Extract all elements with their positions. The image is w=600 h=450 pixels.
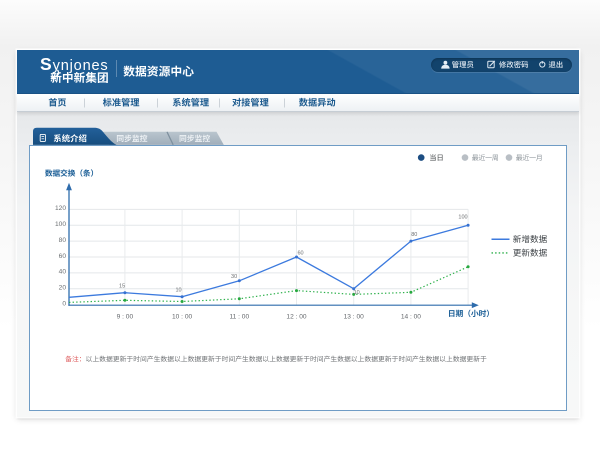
svg-text:80: 80 bbox=[59, 237, 67, 244]
svg-text:10 : 00: 10 : 00 bbox=[172, 313, 192, 320]
svg-text:80: 80 bbox=[411, 232, 417, 238]
svg-text:11 : 00: 11 : 00 bbox=[229, 313, 249, 320]
svg-text:30: 30 bbox=[231, 274, 237, 280]
svg-text:100: 100 bbox=[55, 221, 66, 228]
svg-text:13 : 00: 13 : 00 bbox=[344, 313, 364, 320]
svg-text:15: 15 bbox=[119, 283, 125, 289]
svg-text:12 : 00: 12 : 00 bbox=[286, 313, 306, 320]
svg-text:10: 10 bbox=[175, 288, 181, 294]
svg-text:14 : 00: 14 : 00 bbox=[401, 313, 421, 320]
svg-text:100: 100 bbox=[458, 215, 467, 221]
svg-text:20: 20 bbox=[59, 285, 67, 292]
svg-text:60: 60 bbox=[297, 251, 303, 257]
svg-text:10: 10 bbox=[354, 290, 360, 296]
svg-text:120: 120 bbox=[55, 205, 66, 212]
svg-text:9 : 00: 9 : 00 bbox=[117, 313, 134, 320]
svg-text:40: 40 bbox=[59, 269, 67, 276]
svg-text:60: 60 bbox=[59, 253, 67, 260]
svg-text:S: S bbox=[40, 54, 52, 74]
svg-text:0: 0 bbox=[62, 300, 66, 307]
svg-text:ynjones: ynjones bbox=[53, 58, 109, 74]
